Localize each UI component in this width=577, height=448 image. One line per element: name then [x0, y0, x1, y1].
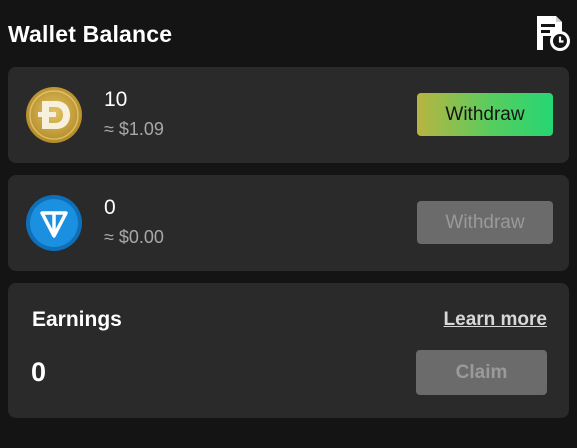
- page-title: Wallet Balance: [8, 21, 173, 47]
- balance-card-doge: 10 ≈ $1.09 Withdraw: [8, 67, 569, 163]
- dogecoin-icon: [25, 86, 83, 144]
- toncoin-icon: [25, 194, 83, 252]
- withdraw-button[interactable]: Withdraw: [417, 201, 553, 244]
- coin-amount: 0: [104, 196, 116, 219]
- earnings-value: 0: [31, 357, 47, 387]
- coin-amount: 10: [104, 88, 128, 111]
- fiat-value: ≈ $1.09: [104, 119, 164, 139]
- learn-more-link[interactable]: Learn more: [444, 309, 547, 331]
- transaction-history-button[interactable]: [534, 14, 572, 52]
- withdraw-button[interactable]: Withdraw: [417, 93, 553, 136]
- earnings-card: Earnings Learn more 0 Claim: [8, 283, 569, 418]
- transaction-history-icon: [537, 16, 570, 51]
- balance-card-ton: 0 ≈ $0.00 Withdraw: [8, 175, 569, 271]
- earnings-label: Earnings: [32, 308, 122, 331]
- wallet-header: Wallet Balance: [8, 16, 572, 54]
- claim-button[interactable]: Claim: [416, 350, 547, 395]
- fiat-value: ≈ $0.00: [104, 227, 164, 247]
